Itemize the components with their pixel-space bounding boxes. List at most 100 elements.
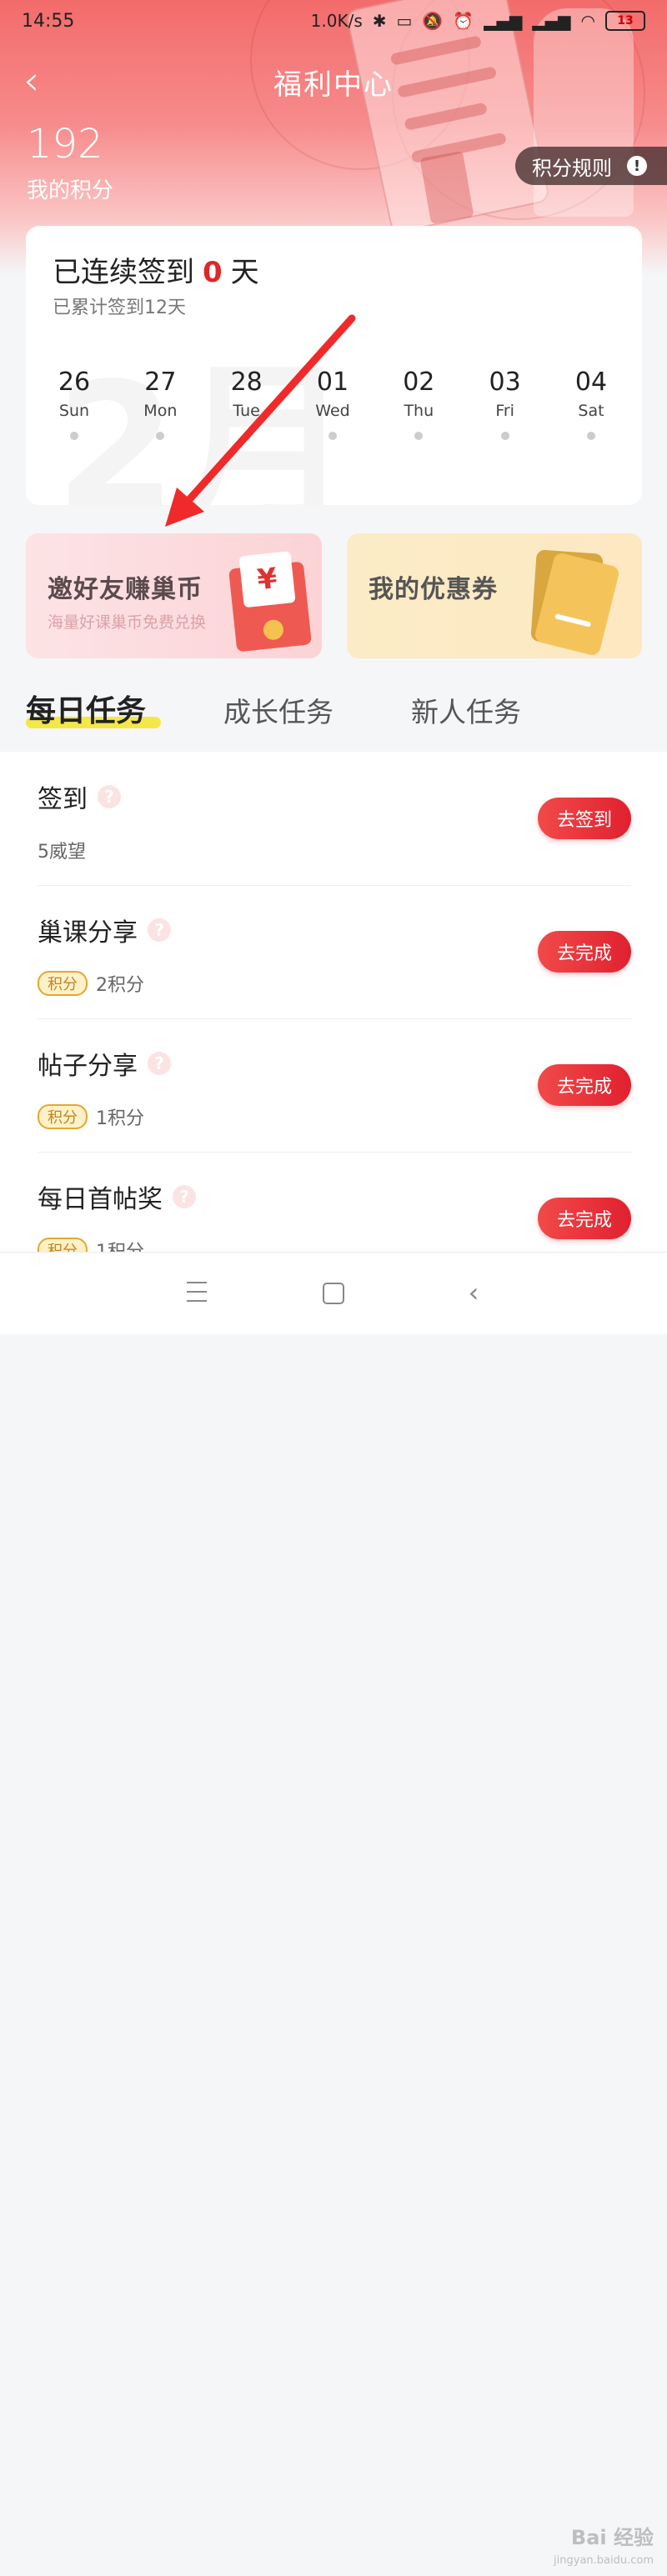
task-reward: 5威望 <box>38 837 86 863</box>
task-name: 巢课分享 ? <box>38 912 171 948</box>
status-bar: 14:55 1.0K/s ✱ ▭ 🔕 ⏰ ▂▄▆ ▂▄▆ ◠ 13 <box>0 0 667 42</box>
task-item: 帖子分享 ? 积分 1积分 去完成 <box>38 1018 631 1153</box>
help-icon[interactable]: ? <box>148 1052 171 1075</box>
invite-friends-card[interactable]: 邀好友赚巢币 海量好课巢币免费兑换 ¥ <box>26 533 322 658</box>
menu-icon[interactable] <box>178 1274 215 1311</box>
tab-newcomer-tasks[interactable]: 新人任务 <box>411 690 521 730</box>
mute-icon: 🔕 <box>422 11 444 31</box>
bluetooth-icon: ✱ <box>372 11 387 31</box>
day-date: 04 <box>574 368 608 397</box>
invite-subtitle: 海量好课巢币免费兑换 <box>48 613 207 632</box>
day-weekday: Sun <box>58 402 90 420</box>
go-complete-button[interactable]: 去完成 <box>538 1198 631 1239</box>
day-weekday: Sat <box>578 402 604 420</box>
day-date: 03 <box>489 368 521 397</box>
help-icon[interactable]: ? <box>148 918 171 942</box>
tab-label: 成长任务 <box>223 696 334 728</box>
day-date: 26 <box>58 368 91 397</box>
signal-hd-icon: ▂▄▆ <box>532 11 571 31</box>
help-icon[interactable]: ? <box>98 785 121 808</box>
vibrate-icon: ▭ <box>396 11 413 31</box>
task-name-text: 巢课分享 <box>38 918 138 948</box>
task-tabs: 每日任务 成长任务 新人任务 <box>26 683 643 738</box>
tab-label: 每日任务 <box>26 694 147 728</box>
day-weekday: Tue <box>233 402 260 420</box>
calendar-day[interactable]: 26 Sun <box>49 368 99 440</box>
baidu-watermark: Bai 经验 jingyan.baidu.com <box>512 2526 654 2576</box>
alarm-icon: ⏰ <box>453 11 474 31</box>
day-date: 01 <box>316 368 349 397</box>
watermark-text: Bai 经验 <box>570 2526 654 2549</box>
calendar-day[interactable]: 01 Wed <box>308 368 358 440</box>
red-envelope-icon: ¥ <box>228 551 312 653</box>
task-name-text: 帖子分享 <box>38 1052 138 1081</box>
streak-line: 已连续签到 0 天 <box>53 249 259 290</box>
day-weekday: Wed <box>315 402 350 420</box>
total-checkin-text: 已累计签到12天 <box>53 298 186 318</box>
info-icon: ! <box>627 156 647 176</box>
task-item: 签到 ? 5威望 去签到 <box>38 752 631 886</box>
calendar-day[interactable]: 28 Tue <box>222 368 272 440</box>
task-name: 帖子分享 ? <box>38 1045 171 1082</box>
calendar-day[interactable]: 03 Fri <box>480 368 530 440</box>
home-square-icon[interactable] <box>315 1274 352 1311</box>
rules-label: 积分规则 <box>532 156 612 180</box>
task-name: 每日首帖奖 ? <box>38 1178 196 1215</box>
task-name-text: 签到 <box>38 785 88 814</box>
coin-icon <box>262 618 285 641</box>
day-date: 02 <box>403 368 435 397</box>
day-status-dot <box>500 432 509 440</box>
points-label: 我的积分 <box>27 178 114 203</box>
status-time: 14:55 <box>22 10 75 32</box>
calendar-day[interactable]: 27 Mon <box>135 368 185 440</box>
calendar-day[interactable]: 02 Thu <box>394 368 444 440</box>
task-list: 签到 ? 5威望 去签到 巢课分享 ? 积分 2积分 去完成 帖子分享 ? 积分… <box>0 752 667 1263</box>
streak-prefix: 已连续签到 <box>53 256 194 289</box>
day-weekday: Fri <box>495 402 514 420</box>
my-coupons-card[interactable]: 我的优惠券 <box>347 533 642 658</box>
task-reward: 积分 1积分 <box>38 1103 144 1130</box>
battery-icon: 13 <box>605 11 645 31</box>
coupon-title: 我的优惠券 <box>369 575 498 604</box>
task-reward-text: 5威望 <box>38 842 86 863</box>
network-speed: 1.0K/s <box>310 11 363 31</box>
points-badge: 积分 <box>38 971 88 996</box>
page-title: 福利中心 <box>273 68 394 102</box>
calendar-day[interactable]: 04 Sat <box>566 368 616 440</box>
day-status-dot <box>328 432 337 440</box>
status-icons: 1.0K/s ✱ ▭ 🔕 ⏰ ▂▄▆ ▂▄▆ ◠ 13 <box>311 11 645 31</box>
wifi-icon: ◠ <box>580 11 595 31</box>
day-status-dot <box>70 432 78 440</box>
points-badge: 积分 <box>38 1104 88 1129</box>
points-rules-button[interactable]: 积分规则 ! <box>515 147 667 185</box>
day-date: 28 <box>230 368 263 397</box>
day-status-dot <box>242 432 251 440</box>
tab-growth-tasks[interactable]: 成长任务 <box>223 690 334 730</box>
back-chevron-icon[interactable]: ‹ <box>455 1274 492 1311</box>
task-name-text: 每日首帖奖 <box>38 1185 163 1214</box>
watermark-sub: jingyan.baidu.com <box>554 2554 654 2567</box>
calendar-days-row: 26 Sun 27 Mon 28 Tue 01 Wed 02 Thu 03 Fr… <box>49 368 616 440</box>
system-nav-bar: ‹ Bai 经验 jingyan.baidu.com <box>0 1252 667 2567</box>
streak-suffix: 天 <box>230 256 259 289</box>
tab-label: 新人任务 <box>411 696 521 728</box>
go-checkin-button[interactable]: 去签到 <box>538 798 631 839</box>
go-complete-button[interactable]: 去完成 <box>538 1064 631 1106</box>
streak-days: 0 <box>203 256 223 289</box>
task-reward: 积分 2积分 <box>38 970 144 997</box>
tab-daily-tasks[interactable]: 每日任务 <box>26 687 161 730</box>
points-value: 192 <box>27 121 103 168</box>
day-status-dot <box>156 432 165 440</box>
day-weekday: Mon <box>143 402 178 420</box>
invite-title: 邀好友赚巢币 <box>48 575 203 604</box>
day-status-dot <box>586 432 595 440</box>
go-complete-button[interactable]: 去完成 <box>538 931 631 973</box>
day-status-dot <box>414 432 424 440</box>
envelope-symbol: ¥ <box>238 551 296 608</box>
task-name: 签到 ? <box>38 778 121 815</box>
day-weekday: Thu <box>404 402 434 420</box>
signal-hd-icon: ▂▄▆ <box>484 11 523 31</box>
day-date: 27 <box>144 368 177 397</box>
task-reward-text: 2积分 <box>96 975 144 996</box>
help-icon[interactable]: ? <box>173 1185 196 1208</box>
